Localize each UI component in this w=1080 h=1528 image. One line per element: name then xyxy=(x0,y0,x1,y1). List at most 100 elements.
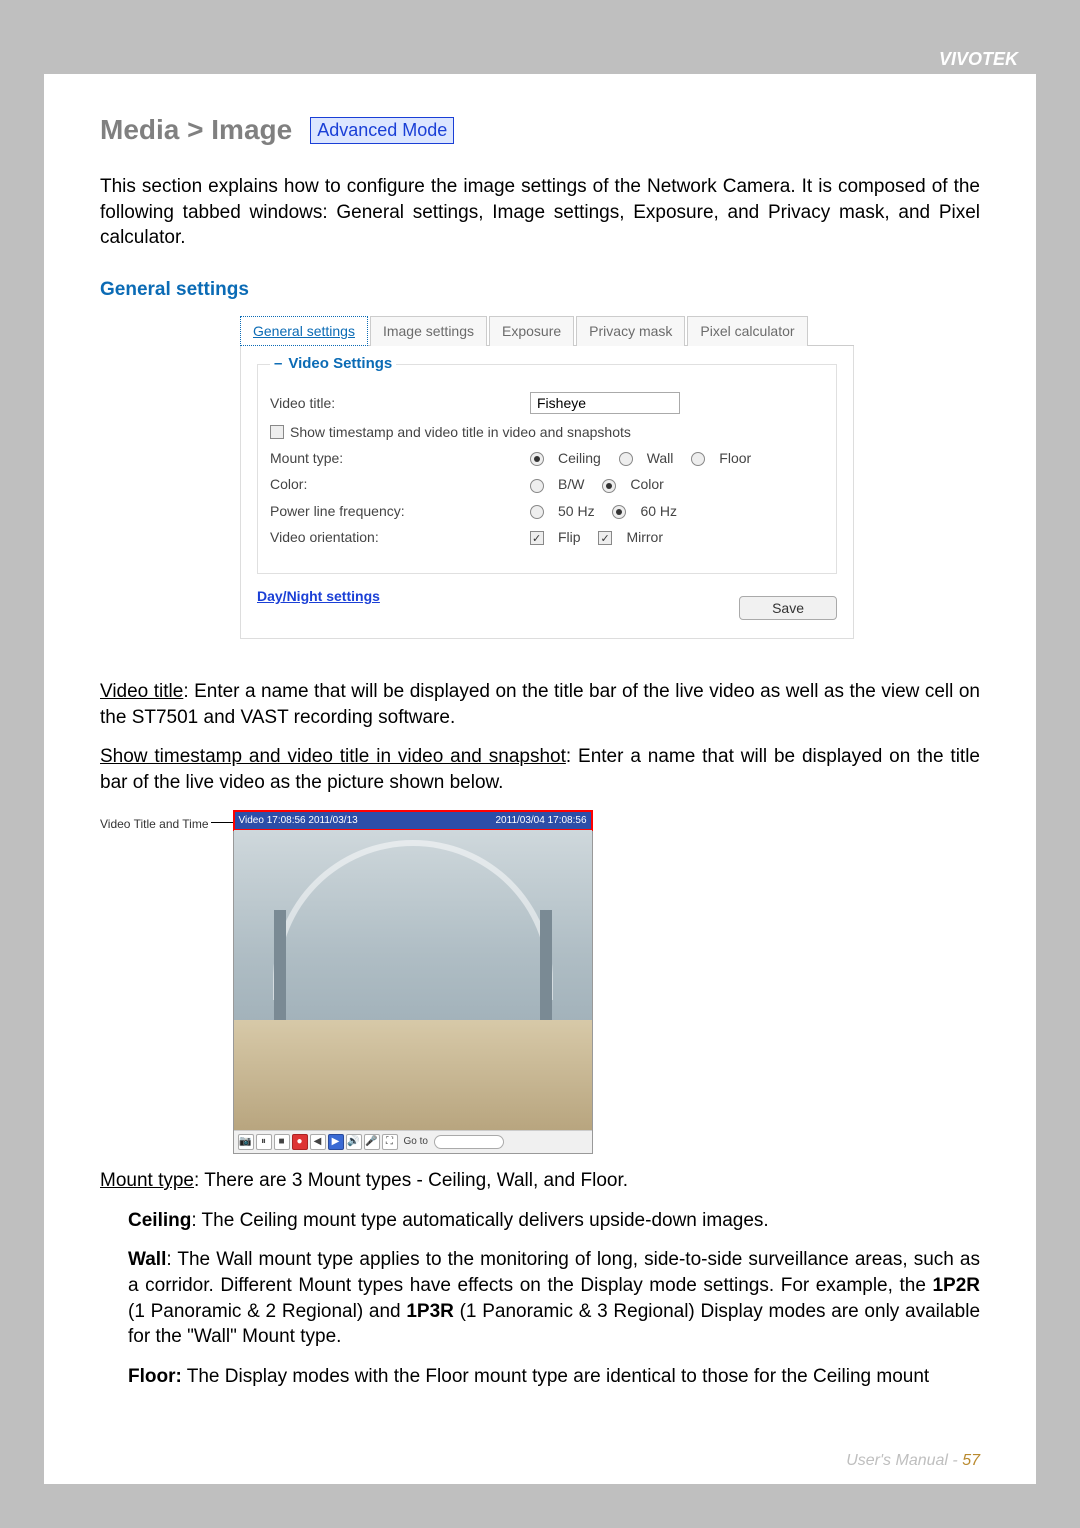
video-overlay-left: Video 17:08:56 2011/03/13 xyxy=(239,814,358,828)
next-icon[interactable]: ▶ xyxy=(328,1134,344,1150)
video-title-desc: : Enter a name that will be displayed on… xyxy=(100,681,980,728)
orientation-row: Video orientation: Flip Mirror xyxy=(270,529,824,545)
video-title-term: Video title xyxy=(100,681,183,702)
goto-label: Go to xyxy=(404,1135,428,1149)
color-bw-label: B/W xyxy=(558,476,584,492)
wall-paragraph: Wall: The Wall mount type applies to the… xyxy=(128,1247,980,1350)
plf-50hz-radio[interactable] xyxy=(530,505,544,519)
wall-1p3r: 1P3R xyxy=(406,1301,454,1322)
advanced-mode-badge: Advanced Mode xyxy=(310,117,454,144)
color-color-label: Color xyxy=(630,476,663,492)
fullscreen-icon[interactable]: ⛶ xyxy=(382,1134,398,1150)
mount-wall-radio[interactable] xyxy=(619,452,633,466)
mirror-checkbox[interactable] xyxy=(598,531,612,545)
page-title-row: Media > Image Advanced Mode xyxy=(100,114,980,146)
fieldset-legend: –Video Settings xyxy=(270,355,396,372)
wall-1p2r: 1P2R xyxy=(932,1275,980,1296)
video-title-label: Video title: xyxy=(270,395,530,411)
header-band: VIVOTEK xyxy=(44,44,1036,74)
floor-paragraph: Floor: The Display modes with the Floor … xyxy=(128,1364,980,1390)
plf-label: Power line frequency: xyxy=(270,503,530,519)
record-icon[interactable]: ● xyxy=(292,1134,308,1150)
show-timestamp-term: Show timestamp and video title in video … xyxy=(100,746,566,767)
tab-general-settings[interactable]: General settings xyxy=(240,316,368,346)
color-bw-radio[interactable] xyxy=(530,479,544,493)
intro-paragraph: This section explains how to configure t… xyxy=(100,174,980,251)
figure-leader-line xyxy=(211,822,233,823)
plf-row: Power line frequency: 50 Hz 60 Hz xyxy=(270,503,824,519)
figure-wrap: Video Title and Time Video 17:08:56 2011… xyxy=(100,810,980,1155)
wall-desc-2: (1 Panoramic & 2 Regional) and xyxy=(128,1301,406,1322)
mount-floor-radio[interactable] xyxy=(691,452,705,466)
video-control-bar: 📷 ⏸ ■ ● ◀ ▶ 🔊 🎤 ⛶ Go to xyxy=(234,1130,592,1153)
floor-term: Floor: xyxy=(128,1366,182,1387)
mount-type-term: Mount type xyxy=(100,1170,194,1191)
tab-bar: General settings Image settings Exposure… xyxy=(240,315,854,346)
daynight-settings-link[interactable]: Day/Night settings xyxy=(257,588,380,604)
page-title: Media > Image xyxy=(100,114,292,146)
footer-text: User's Manual - xyxy=(846,1452,962,1469)
section-heading: General settings xyxy=(100,279,980,301)
video-title-row: Video title: xyxy=(270,392,824,414)
content-area: Media > Image Advanced Mode This section… xyxy=(44,74,1036,1390)
tab-privacy-mask[interactable]: Privacy mask xyxy=(576,316,685,346)
video-title-input[interactable] xyxy=(530,392,680,414)
collapse-icon[interactable]: – xyxy=(274,355,282,372)
show-timestamp-label: Show timestamp and video title in video … xyxy=(290,424,631,440)
plf-50hz-label: 50 Hz xyxy=(558,503,595,519)
plf-options: 50 Hz 60 Hz xyxy=(530,503,691,519)
mount-ceiling-label: Ceiling xyxy=(558,450,601,466)
mount-type-options: Ceiling Wall Floor xyxy=(530,450,765,466)
plf-60hz-radio[interactable] xyxy=(612,505,626,519)
show-timestamp-row: Show timestamp and video title in video … xyxy=(270,424,824,440)
brand-label: VIVOTEK xyxy=(939,49,1018,70)
plf-60hz-label: 60 Hz xyxy=(640,503,677,519)
volume-icon[interactable]: 🔊 xyxy=(346,1134,362,1150)
mount-wall-label: Wall xyxy=(647,450,674,466)
ceiling-desc: : The Ceiling mount type automatically d… xyxy=(191,1210,768,1231)
figure-side-label-wrap: Video Title and Time xyxy=(100,810,233,836)
page: VIVOTEK Media > Image Advanced Mode This… xyxy=(44,44,1036,1484)
goto-selector[interactable] xyxy=(434,1135,504,1149)
orientation-options: Flip Mirror xyxy=(530,529,677,545)
tab-image-settings[interactable]: Image settings xyxy=(370,316,487,346)
show-timestamp-checkbox[interactable] xyxy=(270,425,284,439)
show-timestamp-paragraph: Show timestamp and video title in video … xyxy=(100,744,980,795)
pause-icon[interactable]: ⏸ xyxy=(256,1134,272,1150)
ceiling-term: Ceiling xyxy=(128,1210,191,1231)
floor-desc: The Display modes with the Floor mount t… xyxy=(182,1366,929,1387)
color-label: Color: xyxy=(270,476,530,492)
color-color-radio[interactable] xyxy=(602,479,616,493)
ceiling-paragraph: Ceiling: The Ceiling mount type automati… xyxy=(128,1208,980,1234)
mount-ceiling-radio[interactable] xyxy=(530,452,544,466)
save-button[interactable]: Save xyxy=(739,596,837,620)
snapshot-icon[interactable]: 📷 xyxy=(238,1134,254,1150)
color-options: B/W Color xyxy=(530,476,678,492)
video-title-paragraph: Video title: Enter a name that will be d… xyxy=(100,679,980,730)
orientation-label: Video orientation: xyxy=(270,529,530,545)
live-video-figure: Video 17:08:56 2011/03/13 2011/03/04 17:… xyxy=(233,810,593,1155)
tab-exposure[interactable]: Exposure xyxy=(489,316,574,346)
wall-desc-1: : The Wall mount type applies to the mon… xyxy=(128,1249,980,1296)
mount-type-desc: : There are 3 Mount types - Ceiling, Wal… xyxy=(194,1170,628,1191)
video-overlay-bar: Video 17:08:56 2011/03/13 2011/03/04 17:… xyxy=(234,811,592,831)
mic-icon[interactable]: 🎤 xyxy=(364,1134,380,1150)
flip-checkbox[interactable] xyxy=(530,531,544,545)
color-row: Color: B/W Color xyxy=(270,476,824,492)
footer: User's Manual - 57 xyxy=(846,1452,980,1470)
prev-icon[interactable]: ◀ xyxy=(310,1134,326,1150)
tab-pixel-calculator[interactable]: Pixel calculator xyxy=(687,316,807,346)
settings-screenshot: General settings Image settings Exposure… xyxy=(240,315,854,639)
video-settings-fieldset: –Video Settings Video title: Show timest… xyxy=(257,364,837,574)
footer-page-number: 57 xyxy=(962,1452,980,1469)
stop-icon[interactable]: ■ xyxy=(274,1134,290,1150)
mount-type-label: Mount type: xyxy=(270,450,530,466)
flip-label: Flip xyxy=(558,529,581,545)
video-overlay-right: 2011/03/04 17:08:56 xyxy=(496,814,587,828)
general-settings-panel: –Video Settings Video title: Show timest… xyxy=(240,346,854,639)
body-text: Video title: Enter a name that will be d… xyxy=(100,679,980,1390)
mount-type-row: Mount type: Ceiling Wall Floor xyxy=(270,450,824,466)
floor-shape xyxy=(234,1020,592,1130)
mirror-label: Mirror xyxy=(626,529,663,545)
video-frame-image xyxy=(234,830,592,1130)
